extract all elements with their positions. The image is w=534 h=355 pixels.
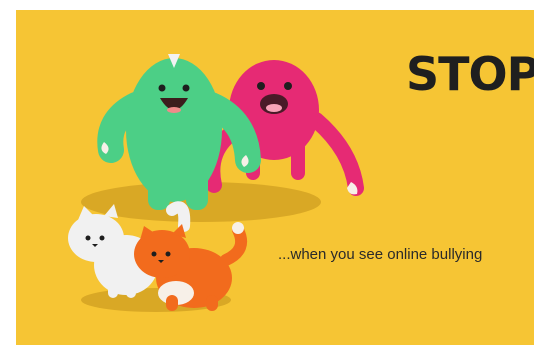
stop-title: STOP (406, 47, 534, 101)
poster-caption: ...when you see online bullying (278, 246, 483, 263)
image-frame: STOP ...when you see online bullying (0, 0, 534, 355)
anti-bullying-poster: STOP ...when you see online bullying (16, 10, 534, 345)
